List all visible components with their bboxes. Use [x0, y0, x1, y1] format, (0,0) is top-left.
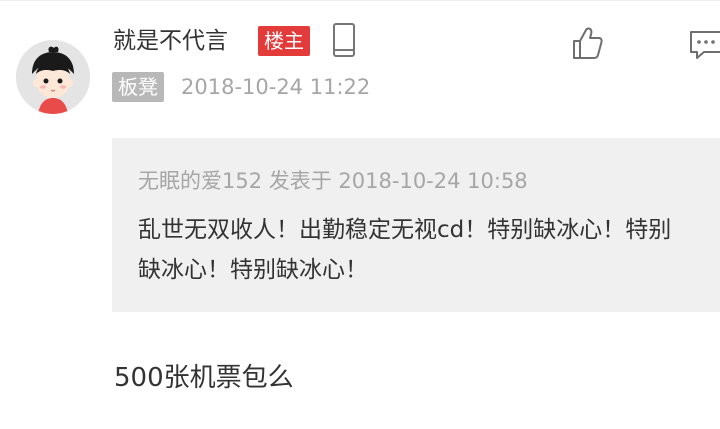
avatar[interactable]: [16, 40, 90, 114]
post-timestamp: 2018-10-24 11:22: [181, 75, 371, 99]
floor-badge: 板凳: [112, 72, 164, 102]
comment-icon: [690, 31, 720, 59]
reply-text: 500张机票包么: [114, 363, 294, 393]
comment-button[interactable]: [686, 26, 720, 62]
quote-box[interactable]: 无眠的爱152 发表于 2018-10-24 10:58 乱世无双收人！出勤稳定…: [112, 138, 720, 312]
quote-text: 乱世无双收人！出勤稳定无视cd！特别缺冰心！特别缺冰心！特别缺冰心！: [138, 217, 672, 283]
thumbs-up-icon: [573, 27, 603, 59]
like-button[interactable]: [570, 24, 604, 62]
owner-badge: 楼主: [258, 26, 310, 56]
avatar-icon: [16, 40, 90, 114]
username[interactable]: 就是不代言: [113, 24, 228, 58]
quote-meta: 无眠的爱152 发表于 2018-10-24 10:58: [138, 169, 528, 193]
top-divider: [0, 0, 720, 1]
phone-icon: [331, 22, 357, 58]
